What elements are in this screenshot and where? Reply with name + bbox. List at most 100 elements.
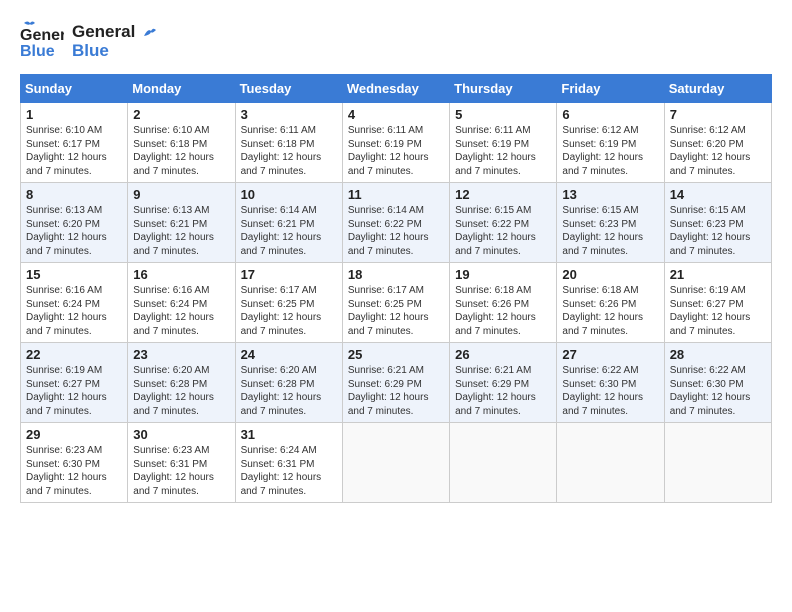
- calendar-cell: [664, 423, 771, 503]
- day-info: Sunrise: 6:13 AM Sunset: 6:20 PM Dayligh…: [26, 204, 122, 258]
- day-number: 28: [670, 347, 766, 362]
- day-info: Sunrise: 6:16 AM Sunset: 6:24 PM Dayligh…: [26, 284, 122, 338]
- day-number: 17: [241, 267, 337, 282]
- calendar-cell: 17 Sunrise: 6:17 AM Sunset: 6:25 PM Dayli…: [235, 263, 342, 343]
- day-number: 9: [133, 187, 229, 202]
- calendar-cell: [342, 423, 449, 503]
- calendar-cell: 12 Sunrise: 6:15 AM Sunset: 6:22 PM Dayli…: [450, 183, 557, 263]
- day-info: Sunrise: 6:11 AM Sunset: 6:19 PM Dayligh…: [348, 124, 444, 178]
- day-info: Sunrise: 6:17 AM Sunset: 6:25 PM Dayligh…: [241, 284, 337, 338]
- day-info: Sunrise: 6:22 AM Sunset: 6:30 PM Dayligh…: [562, 364, 658, 418]
- day-number: 24: [241, 347, 337, 362]
- calendar-cell: [557, 423, 664, 503]
- calendar-week-row: 1 Sunrise: 6:10 AM Sunset: 6:17 PM Daylig…: [21, 103, 772, 183]
- logo-general-text: General: [72, 22, 135, 41]
- day-info: Sunrise: 6:21 AM Sunset: 6:29 PM Dayligh…: [455, 364, 551, 418]
- day-number: 6: [562, 107, 658, 122]
- calendar-week-row: 22 Sunrise: 6:19 AM Sunset: 6:27 PM Dayli…: [21, 343, 772, 423]
- calendar-cell: 21Sunrise: 6:19 AM Sunset: 6:27 PM Dayli…: [664, 263, 771, 343]
- day-info: Sunrise: 6:23 AM Sunset: 6:31 PM Dayligh…: [133, 444, 229, 498]
- calendar-cell: 11 Sunrise: 6:14 AM Sunset: 6:22 PM Dayli…: [342, 183, 449, 263]
- logo: General Blue General Blue: [20, 20, 160, 64]
- weekday-header-thursday: Thursday: [450, 75, 557, 103]
- bird-icon: [142, 26, 160, 40]
- day-number: 1: [26, 107, 122, 122]
- day-number: 5: [455, 107, 551, 122]
- calendar-cell: 6 Sunrise: 6:12 AM Sunset: 6:19 PM Daylig…: [557, 103, 664, 183]
- calendar-cell: 4 Sunrise: 6:11 AM Sunset: 6:19 PM Daylig…: [342, 103, 449, 183]
- logo-text-block: General Blue: [72, 23, 160, 60]
- weekday-header-friday: Friday: [557, 75, 664, 103]
- calendar-week-row: 15 Sunrise: 6:16 AM Sunset: 6:24 PM Dayli…: [21, 263, 772, 343]
- day-number: 11: [348, 187, 444, 202]
- day-number: 14: [670, 187, 766, 202]
- calendar-cell: 25Sunrise: 6:21 AM Sunset: 6:29 PM Dayli…: [342, 343, 449, 423]
- day-info: Sunrise: 6:20 AM Sunset: 6:28 PM Dayligh…: [133, 364, 229, 418]
- calendar-cell: 16 Sunrise: 6:16 AM Sunset: 6:24 PM Dayli…: [128, 263, 235, 343]
- calendar-table: SundayMondayTuesdayWednesdayThursdayFrid…: [20, 74, 772, 503]
- day-number: 29: [26, 427, 122, 442]
- day-info: Sunrise: 6:15 AM Sunset: 6:22 PM Dayligh…: [455, 204, 551, 258]
- day-number: 7: [670, 107, 766, 122]
- day-number: 4: [348, 107, 444, 122]
- logo-general: General: [72, 23, 160, 42]
- calendar-cell: 23 Sunrise: 6:20 AM Sunset: 6:28 PM Dayli…: [128, 343, 235, 423]
- svg-text:Blue: Blue: [20, 43, 55, 60]
- day-number: 10: [241, 187, 337, 202]
- calendar-cell: 24 Sunrise: 6:20 AM Sunset: 6:28 PM Dayli…: [235, 343, 342, 423]
- calendar-cell: 8 Sunrise: 6:13 AM Sunset: 6:20 PM Daylig…: [21, 183, 128, 263]
- day-number: 23: [133, 347, 229, 362]
- day-number: 22: [26, 347, 122, 362]
- day-info: Sunrise: 6:24 AM Sunset: 6:31 PM Dayligh…: [241, 444, 337, 498]
- day-info: Sunrise: 6:20 AM Sunset: 6:28 PM Dayligh…: [241, 364, 337, 418]
- day-number: 3: [241, 107, 337, 122]
- calendar-cell: 30 Sunrise: 6:23 AM Sunset: 6:31 PM Dayli…: [128, 423, 235, 503]
- day-number: 12: [455, 187, 551, 202]
- day-number: 26: [455, 347, 551, 362]
- day-number: 30: [133, 427, 229, 442]
- calendar-cell: 1 Sunrise: 6:10 AM Sunset: 6:17 PM Daylig…: [21, 103, 128, 183]
- day-info: Sunrise: 6:10 AM Sunset: 6:17 PM Dayligh…: [26, 124, 122, 178]
- page-header: General Blue General Blue: [20, 20, 772, 64]
- calendar-cell: 22 Sunrise: 6:19 AM Sunset: 6:27 PM Dayli…: [21, 343, 128, 423]
- day-info: Sunrise: 6:15 AM Sunset: 6:23 PM Dayligh…: [562, 204, 658, 258]
- calendar-week-row: 29 Sunrise: 6:23 AM Sunset: 6:30 PM Dayli…: [21, 423, 772, 503]
- day-info: Sunrise: 6:19 AM Sunset: 6:27 PM Dayligh…: [26, 364, 122, 418]
- calendar-cell: 18Sunrise: 6:17 AM Sunset: 6:25 PM Dayli…: [342, 263, 449, 343]
- day-info: Sunrise: 6:12 AM Sunset: 6:19 PM Dayligh…: [562, 124, 658, 178]
- day-number: 16: [133, 267, 229, 282]
- calendar-cell: [450, 423, 557, 503]
- day-info: Sunrise: 6:16 AM Sunset: 6:24 PM Dayligh…: [133, 284, 229, 338]
- logo-blue: Blue: [72, 42, 160, 61]
- calendar-week-row: 8 Sunrise: 6:13 AM Sunset: 6:20 PM Daylig…: [21, 183, 772, 263]
- day-number: 27: [562, 347, 658, 362]
- calendar-cell: 9 Sunrise: 6:13 AM Sunset: 6:21 PM Daylig…: [128, 183, 235, 263]
- day-info: Sunrise: 6:13 AM Sunset: 6:21 PM Dayligh…: [133, 204, 229, 258]
- day-number: 20: [562, 267, 658, 282]
- calendar-cell: 31 Sunrise: 6:24 AM Sunset: 6:31 PM Dayli…: [235, 423, 342, 503]
- calendar-cell: 2Sunrise: 6:10 AM Sunset: 6:18 PM Daylig…: [128, 103, 235, 183]
- day-info: Sunrise: 6:21 AM Sunset: 6:29 PM Dayligh…: [348, 364, 444, 418]
- day-number: 31: [241, 427, 337, 442]
- day-info: Sunrise: 6:10 AM Sunset: 6:18 PM Dayligh…: [133, 124, 229, 178]
- calendar-header-row: SundayMondayTuesdayWednesdayThursdayFrid…: [21, 75, 772, 103]
- day-number: 18: [348, 267, 444, 282]
- calendar-cell: 29 Sunrise: 6:23 AM Sunset: 6:30 PM Dayli…: [21, 423, 128, 503]
- calendar-cell: 14Sunrise: 6:15 AM Sunset: 6:23 PM Dayli…: [664, 183, 771, 263]
- calendar-cell: 26 Sunrise: 6:21 AM Sunset: 6:29 PM Dayli…: [450, 343, 557, 423]
- day-info: Sunrise: 6:23 AM Sunset: 6:30 PM Dayligh…: [26, 444, 122, 498]
- calendar-cell: 5Sunrise: 6:11 AM Sunset: 6:19 PM Daylig…: [450, 103, 557, 183]
- day-info: Sunrise: 6:18 AM Sunset: 6:26 PM Dayligh…: [562, 284, 658, 338]
- calendar-cell: 3 Sunrise: 6:11 AM Sunset: 6:18 PM Daylig…: [235, 103, 342, 183]
- day-info: Sunrise: 6:14 AM Sunset: 6:21 PM Dayligh…: [241, 204, 337, 258]
- calendar-cell: 28 Sunrise: 6:22 AM Sunset: 6:30 PM Dayli…: [664, 343, 771, 423]
- day-info: Sunrise: 6:11 AM Sunset: 6:18 PM Dayligh…: [241, 124, 337, 178]
- calendar-cell: 19Sunrise: 6:18 AM Sunset: 6:26 PM Dayli…: [450, 263, 557, 343]
- day-number: 21: [670, 267, 766, 282]
- day-number: 8: [26, 187, 122, 202]
- day-number: 15: [26, 267, 122, 282]
- day-info: Sunrise: 6:12 AM Sunset: 6:20 PM Dayligh…: [670, 124, 766, 178]
- day-info: Sunrise: 6:18 AM Sunset: 6:26 PM Dayligh…: [455, 284, 551, 338]
- day-info: Sunrise: 6:14 AM Sunset: 6:22 PM Dayligh…: [348, 204, 444, 258]
- day-info: Sunrise: 6:22 AM Sunset: 6:30 PM Dayligh…: [670, 364, 766, 418]
